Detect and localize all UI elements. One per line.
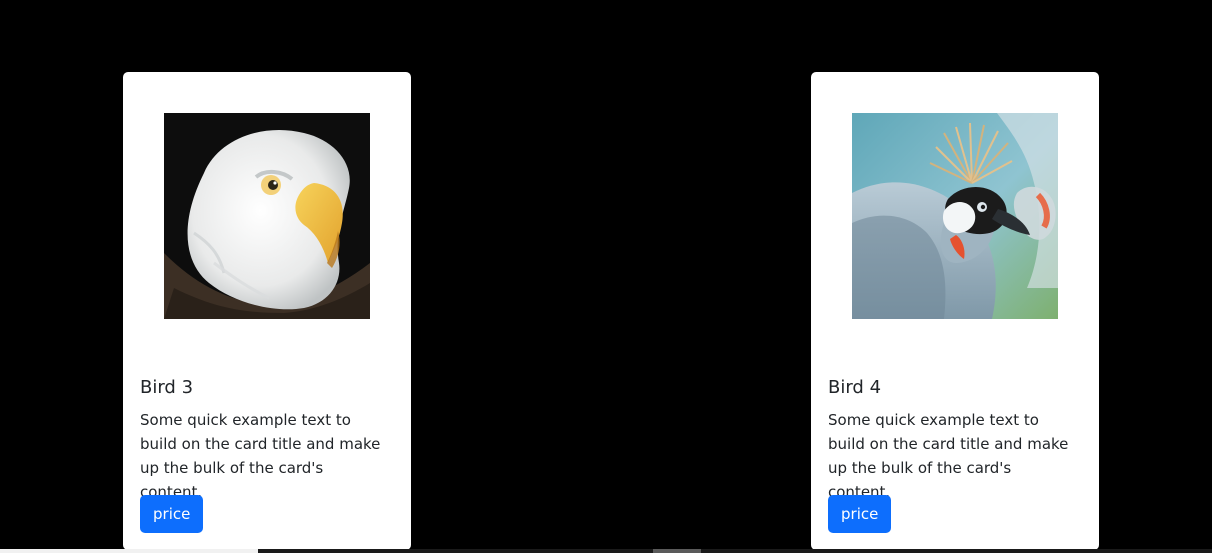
card-text: Some quick example text to build on the … bbox=[140, 411, 381, 501]
price-button[interactable]: price bbox=[828, 495, 892, 533]
card-text: Some quick example text to build on the … bbox=[828, 411, 1069, 501]
price-button[interactable]: price bbox=[140, 495, 204, 533]
bird-card-4: Bird 4 Some quick example text to build … bbox=[811, 72, 1099, 550]
card-title: Bird 4 bbox=[828, 377, 882, 398]
bottom-edge-strip bbox=[0, 549, 1212, 553]
page-canvas: Bird 3 Some quick example text to build … bbox=[0, 0, 1212, 553]
bird-3-image bbox=[164, 113, 370, 319]
bottom-strip-segment bbox=[0, 549, 258, 553]
bottom-strip-segment bbox=[653, 549, 701, 553]
bird-card-3: Bird 3 Some quick example text to build … bbox=[123, 72, 411, 550]
bird-4-image bbox=[852, 113, 1058, 319]
card-title: Bird 3 bbox=[140, 377, 194, 398]
